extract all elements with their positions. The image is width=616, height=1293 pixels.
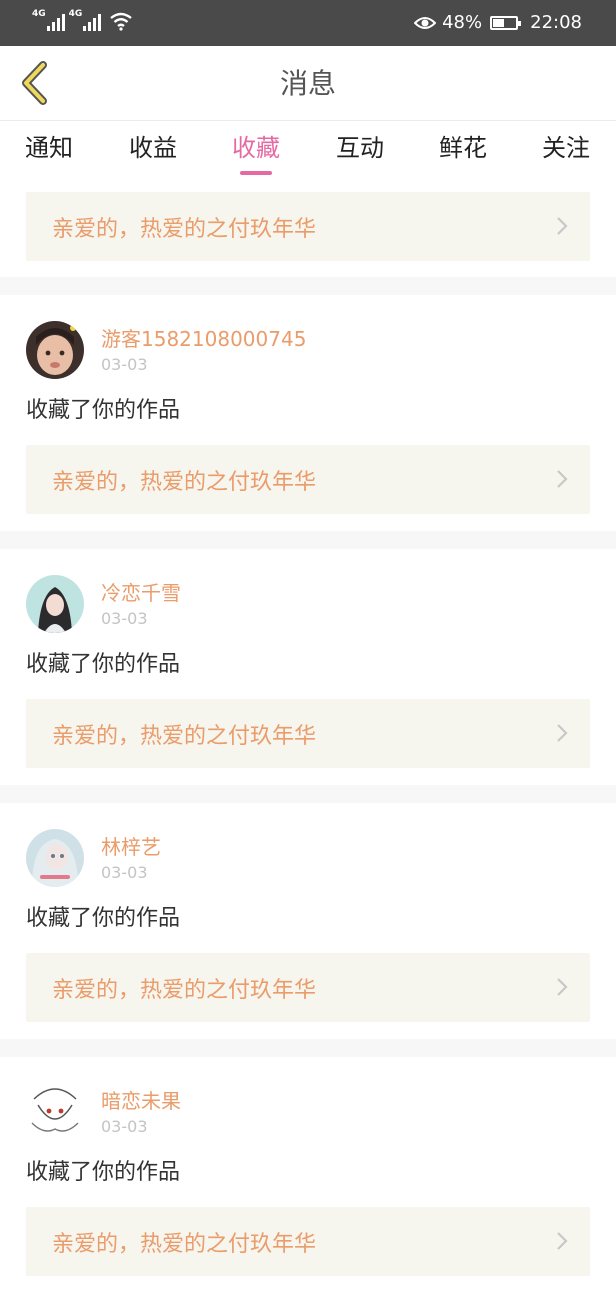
work-title: 亲爱的，热爱的之付玖年华	[52, 469, 317, 495]
battery-level	[493, 19, 505, 27]
user-name[interactable]: 林梓艺	[101, 833, 161, 861]
battery-percent: 48%	[442, 12, 483, 33]
work-title: 亲爱的，热爱的之付玖年华	[52, 216, 317, 242]
action-text: 收藏了你的作品	[26, 652, 181, 677]
chevron-right-icon	[557, 470, 568, 488]
chevron-right-icon	[557, 724, 568, 742]
avatar[interactable]	[26, 1083, 84, 1141]
list-item: 林梓艺 03-03 收藏了你的作品 亲爱的，热爱的之付玖年华	[0, 803, 616, 1039]
work-title: 亲爱的，热爱的之付玖年华	[52, 723, 317, 749]
page-title: 消息	[279, 67, 336, 100]
work-title: 亲爱的，热爱的之付玖年华	[52, 1231, 317, 1257]
clock: 22:08	[530, 12, 582, 33]
network-type-label: 4G	[32, 9, 46, 19]
tab-favorites-label: 收藏	[232, 134, 280, 162]
battery-icon	[490, 16, 522, 30]
work-link[interactable]: 亲爱的，热爱的之付玖年华	[26, 1207, 590, 1276]
action-text: 收藏了你的作品	[26, 398, 181, 423]
message-list: 亲爱的，热爱的之付玖年华 游客1582108000745 03-03 收藏了你的…	[0, 177, 616, 1293]
action-text: 收藏了你的作品	[26, 1160, 181, 1185]
tab-flowers[interactable]: 鲜花	[423, 131, 503, 165]
tab-earnings[interactable]: 收益	[113, 131, 193, 165]
timestamp: 03-03	[101, 863, 148, 882]
chevron-right-icon	[557, 217, 568, 235]
work-link[interactable]: 亲爱的，热爱的之付玖年华	[26, 192, 590, 261]
tab-bar: 通知 收益 收藏 互动 鲜花 关注	[0, 121, 616, 177]
action-text: 收藏了你的作品	[26, 906, 181, 931]
work-title: 亲爱的，热爱的之付玖年华	[52, 977, 317, 1003]
chevron-right-icon	[557, 978, 568, 996]
tab-interaction[interactable]: 互动	[320, 131, 400, 165]
signal-icon-2: 4G	[69, 10, 102, 31]
status-right: 48% 22:08	[414, 11, 582, 35]
avatar-girl-photo	[26, 575, 84, 633]
divider	[0, 1039, 616, 1057]
work-link[interactable]: 亲爱的，热爱的之付玖年华	[26, 953, 590, 1022]
divider	[0, 531, 616, 549]
list-item: 亲爱的，热爱的之付玖年华	[0, 177, 616, 277]
avatar[interactable]	[26, 575, 84, 633]
tab-notice[interactable]: 通知	[9, 131, 89, 165]
user-name[interactable]: 游客1582108000745	[101, 325, 306, 353]
nav-header: 消息	[0, 46, 616, 121]
chevron-right-icon	[557, 1232, 568, 1250]
work-link[interactable]: 亲爱的，热爱的之付玖年华	[26, 699, 590, 768]
work-link[interactable]: 亲爱的，热爱的之付玖年华	[26, 445, 590, 514]
status-bar: 4G 4G 48% 22:08	[0, 0, 616, 46]
timestamp: 03-03	[101, 355, 148, 374]
signal-icon-1: 4G	[32, 10, 65, 31]
user-name[interactable]: 暗恋未果	[101, 1087, 181, 1115]
avatar-child-photo	[26, 321, 84, 379]
network-type-label: 4G	[68, 9, 83, 19]
tab-follow[interactable]: 关注	[526, 131, 606, 165]
active-tab-indicator	[240, 171, 272, 175]
tab-favorites[interactable]: 收藏	[216, 131, 296, 175]
divider	[0, 785, 616, 803]
avatar[interactable]	[26, 321, 84, 379]
list-item: 冷恋千雪 03-03 收藏了你的作品 亲爱的，热爱的之付玖年华	[0, 549, 616, 785]
wifi-icon	[110, 12, 133, 31]
eye-icon	[414, 17, 437, 29]
timestamp: 03-03	[101, 1117, 148, 1136]
avatar-portrait-photo	[26, 829, 84, 887]
list-item: 暗恋未果 03-03 收藏了你的作品 亲爱的，热爱的之付玖年华	[0, 1057, 616, 1293]
signal-group: 4G 4G	[32, 10, 133, 31]
avatar[interactable]	[26, 829, 84, 887]
avatar-sketch-drawing	[26, 1083, 84, 1141]
timestamp: 03-03	[101, 609, 148, 628]
list-item: 游客1582108000745 03-03 收藏了你的作品 亲爱的，热爱的之付玖…	[0, 295, 616, 531]
divider	[0, 277, 616, 295]
user-name[interactable]: 冷恋千雪	[101, 579, 181, 607]
